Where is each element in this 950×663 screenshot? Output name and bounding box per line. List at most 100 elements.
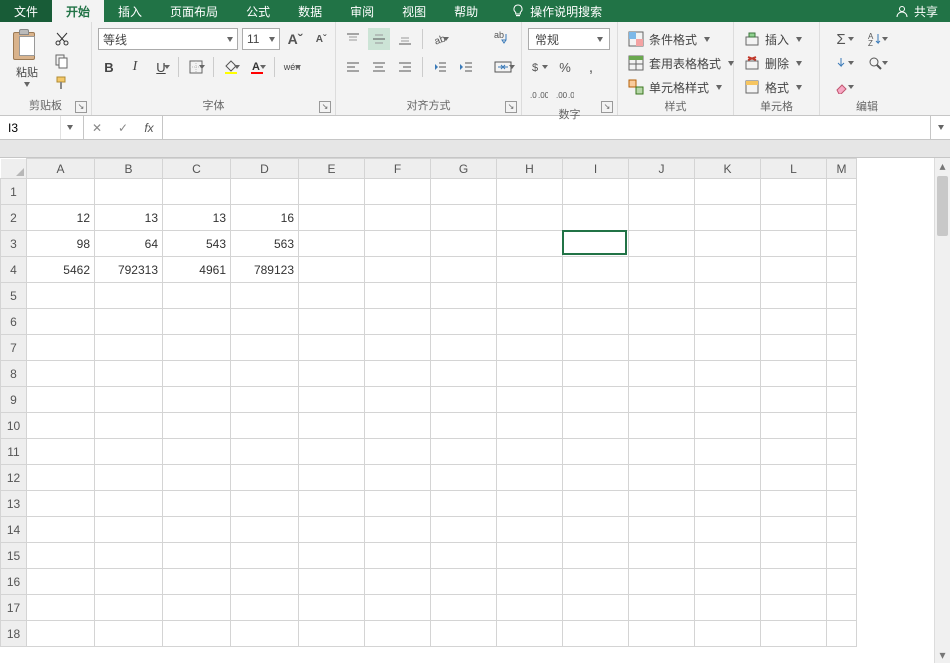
cell-M6[interactable] <box>827 309 857 335</box>
cell-D1[interactable] <box>231 179 299 205</box>
cell-L13[interactable] <box>761 491 827 517</box>
bold-button[interactable]: B <box>98 56 120 78</box>
format-cells-button[interactable]: 格式 <box>740 76 806 98</box>
cell-F15[interactable] <box>365 543 431 569</box>
cell-J1[interactable] <box>629 179 695 205</box>
cell-M11[interactable] <box>827 439 857 465</box>
cell-A7[interactable] <box>27 335 95 361</box>
col-header-H[interactable]: H <box>497 159 563 179</box>
cell-B2[interactable]: 13 <box>95 205 163 231</box>
cell-B17[interactable] <box>95 595 163 621</box>
cell-H4[interactable] <box>497 257 563 283</box>
select-all-corner[interactable] <box>1 159 27 179</box>
cancel-edit-button[interactable]: ✕ <box>84 121 110 135</box>
number-format-combo[interactable]: 常规 <box>528 28 610 50</box>
cell-H10[interactable] <box>497 413 563 439</box>
cell-D18[interactable] <box>231 621 299 647</box>
cell-B7[interactable] <box>95 335 163 361</box>
formula-bar-expand[interactable] <box>930 116 950 139</box>
cell-A9[interactable] <box>27 387 95 413</box>
cell-H7[interactable] <box>497 335 563 361</box>
font-size-combo[interactable]: 11 <box>242 28 280 50</box>
cell-L17[interactable] <box>761 595 827 621</box>
row-header-6[interactable]: 6 <box>1 309 27 335</box>
cell-E1[interactable] <box>299 179 365 205</box>
cell-L11[interactable] <box>761 439 827 465</box>
align-left-button[interactable] <box>342 56 364 78</box>
cell-E14[interactable] <box>299 517 365 543</box>
cell-A13[interactable] <box>27 491 95 517</box>
cell-K16[interactable] <box>695 569 761 595</box>
cell-A15[interactable] <box>27 543 95 569</box>
cell-M3[interactable] <box>827 231 857 257</box>
cell-B16[interactable] <box>95 569 163 595</box>
cell-C9[interactable] <box>163 387 231 413</box>
tab-review[interactable]: 审阅 <box>336 0 388 22</box>
cell-E16[interactable] <box>299 569 365 595</box>
cell-J13[interactable] <box>629 491 695 517</box>
cell-D3[interactable]: 563 <box>231 231 299 257</box>
row-header-16[interactable]: 16 <box>1 569 27 595</box>
cell-I14[interactable] <box>563 517 629 543</box>
cell-G7[interactable] <box>431 335 497 361</box>
col-header-C[interactable]: C <box>163 159 231 179</box>
cell-C2[interactable]: 13 <box>163 205 231 231</box>
cell-L7[interactable] <box>761 335 827 361</box>
cell-M7[interactable] <box>827 335 857 361</box>
align-right-button[interactable] <box>394 56 416 78</box>
cell-F10[interactable] <box>365 413 431 439</box>
tab-insert[interactable]: 插入 <box>104 0 156 22</box>
cell-C4[interactable]: 4961 <box>163 257 231 283</box>
cell-styles-button[interactable]: 单元格样式 <box>624 76 738 98</box>
cell-J2[interactable] <box>629 205 695 231</box>
cell-L14[interactable] <box>761 517 827 543</box>
name-box[interactable] <box>0 116 84 139</box>
cell-K13[interactable] <box>695 491 761 517</box>
number-dialog-launcher[interactable]: ↘ <box>601 101 613 113</box>
cell-E12[interactable] <box>299 465 365 491</box>
cell-I7[interactable] <box>563 335 629 361</box>
cell-I17[interactable] <box>563 595 629 621</box>
cell-E5[interactable] <box>299 283 365 309</box>
cell-F9[interactable] <box>365 387 431 413</box>
cell-L4[interactable] <box>761 257 827 283</box>
tab-file[interactable]: 文件 <box>0 0 52 22</box>
cell-C7[interactable] <box>163 335 231 361</box>
cell-K7[interactable] <box>695 335 761 361</box>
cell-L1[interactable] <box>761 179 827 205</box>
cell-A11[interactable] <box>27 439 95 465</box>
insert-function-button[interactable]: fx <box>136 121 162 135</box>
cell-D4[interactable]: 789123 <box>231 257 299 283</box>
cell-L6[interactable] <box>761 309 827 335</box>
cell-H5[interactable] <box>497 283 563 309</box>
cell-B3[interactable]: 64 <box>95 231 163 257</box>
cell-D2[interactable]: 16 <box>231 205 299 231</box>
cell-K5[interactable] <box>695 283 761 309</box>
cell-D17[interactable] <box>231 595 299 621</box>
cell-K18[interactable] <box>695 621 761 647</box>
cell-H3[interactable] <box>497 231 563 257</box>
cell-L16[interactable] <box>761 569 827 595</box>
cell-E6[interactable] <box>299 309 365 335</box>
cell-M12[interactable] <box>827 465 857 491</box>
cell-D7[interactable] <box>231 335 299 361</box>
cell-B8[interactable] <box>95 361 163 387</box>
cell-F14[interactable] <box>365 517 431 543</box>
cell-G1[interactable] <box>431 179 497 205</box>
cell-D15[interactable] <box>231 543 299 569</box>
cell-B9[interactable] <box>95 387 163 413</box>
name-box-caret[interactable] <box>60 116 78 139</box>
cell-J8[interactable] <box>629 361 695 387</box>
cell-F3[interactable] <box>365 231 431 257</box>
cell-I5[interactable] <box>563 283 629 309</box>
cell-B14[interactable] <box>95 517 163 543</box>
font-name-combo[interactable]: 等线 <box>98 28 238 50</box>
cell-A17[interactable] <box>27 595 95 621</box>
scroll-down-button[interactable]: ▾ <box>935 647 950 663</box>
cell-A5[interactable] <box>27 283 95 309</box>
cell-G14[interactable] <box>431 517 497 543</box>
cell-K3[interactable] <box>695 231 761 257</box>
cell-M18[interactable] <box>827 621 857 647</box>
cell-H18[interactable] <box>497 621 563 647</box>
col-header-F[interactable]: F <box>365 159 431 179</box>
